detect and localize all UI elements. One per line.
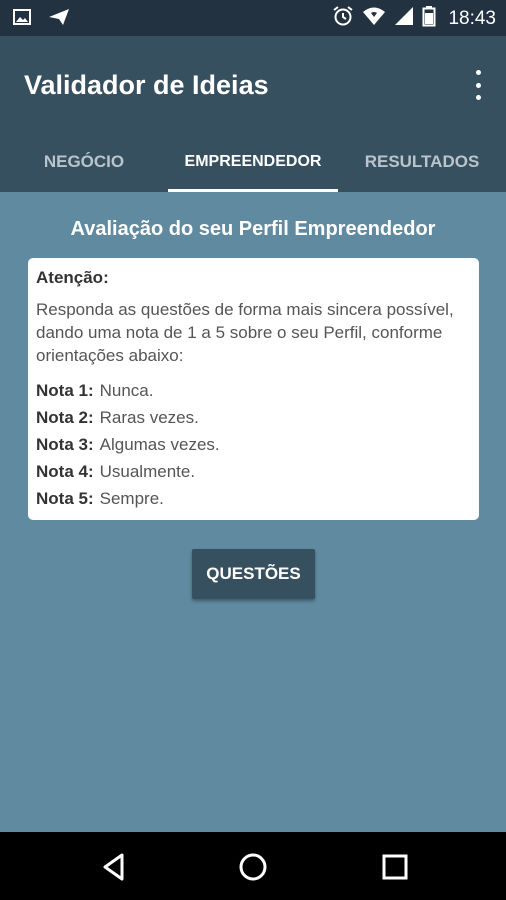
send-icon [48,8,70,31]
note-value: Raras vezes. [99,408,199,427]
note-item: Nota 2: Raras vezes. [36,404,471,431]
note-value: Algumas vezes. [99,435,220,454]
overflow-menu-icon[interactable] [472,70,484,100]
alarm-icon [332,5,354,32]
app-title: Validador de Ideias [24,70,269,100]
note-value: Usualmente. [99,462,196,481]
notes-list: Nota 1: Nunca. Nota 2: Raras vezes. Nota… [36,377,471,512]
note-key: Nota 5: [36,489,94,508]
image-icon [12,7,32,32]
recents-icon[interactable] [378,850,412,884]
note-item: Nota 5: Sempre. [36,485,471,512]
note-key: Nota 3: [36,435,94,454]
note-value: Sempre. [99,489,164,508]
note-key: Nota 2: [36,408,94,427]
note-value: Nunca. [99,381,154,400]
note-item: Nota 3: Algumas vezes. [36,431,471,458]
tab-resultados[interactable]: RESULTADOS [338,132,506,192]
instructions-card: Atenção: Responda as questões de forma m… [28,258,479,520]
app-bar: Validador de Ideias NEGÓCIO EMPREENDEDOR… [0,36,506,192]
tab-empreendedor[interactable]: EMPREENDEDOR [168,132,338,192]
tab-negocio[interactable]: NEGÓCIO [0,132,168,192]
questions-button[interactable]: QUESTÕES [192,549,315,599]
page-title: Avaliação do seu Perfil Empreendedor [70,218,436,240]
battery-icon [422,5,436,32]
wifi-icon [362,5,386,32]
note-key: Nota 1: [36,381,94,400]
back-icon[interactable] [97,850,131,884]
tab-bar: NEGÓCIO EMPREENDEDOR RESULTADOS [0,132,506,192]
signal-icon [394,6,414,31]
instructions-text: Responda as questões de forma mais since… [36,300,454,365]
status-bar: 18:43 [0,0,506,36]
home-icon[interactable] [236,850,270,884]
note-key: Nota 4: [36,462,94,481]
navigation-bar [0,832,506,900]
note-item: Nota 4: Usualmente. [36,458,471,485]
status-time: 18:43 [448,7,496,29]
attention-label: Atenção: [36,268,109,287]
note-item: Nota 1: Nunca. [36,377,471,404]
